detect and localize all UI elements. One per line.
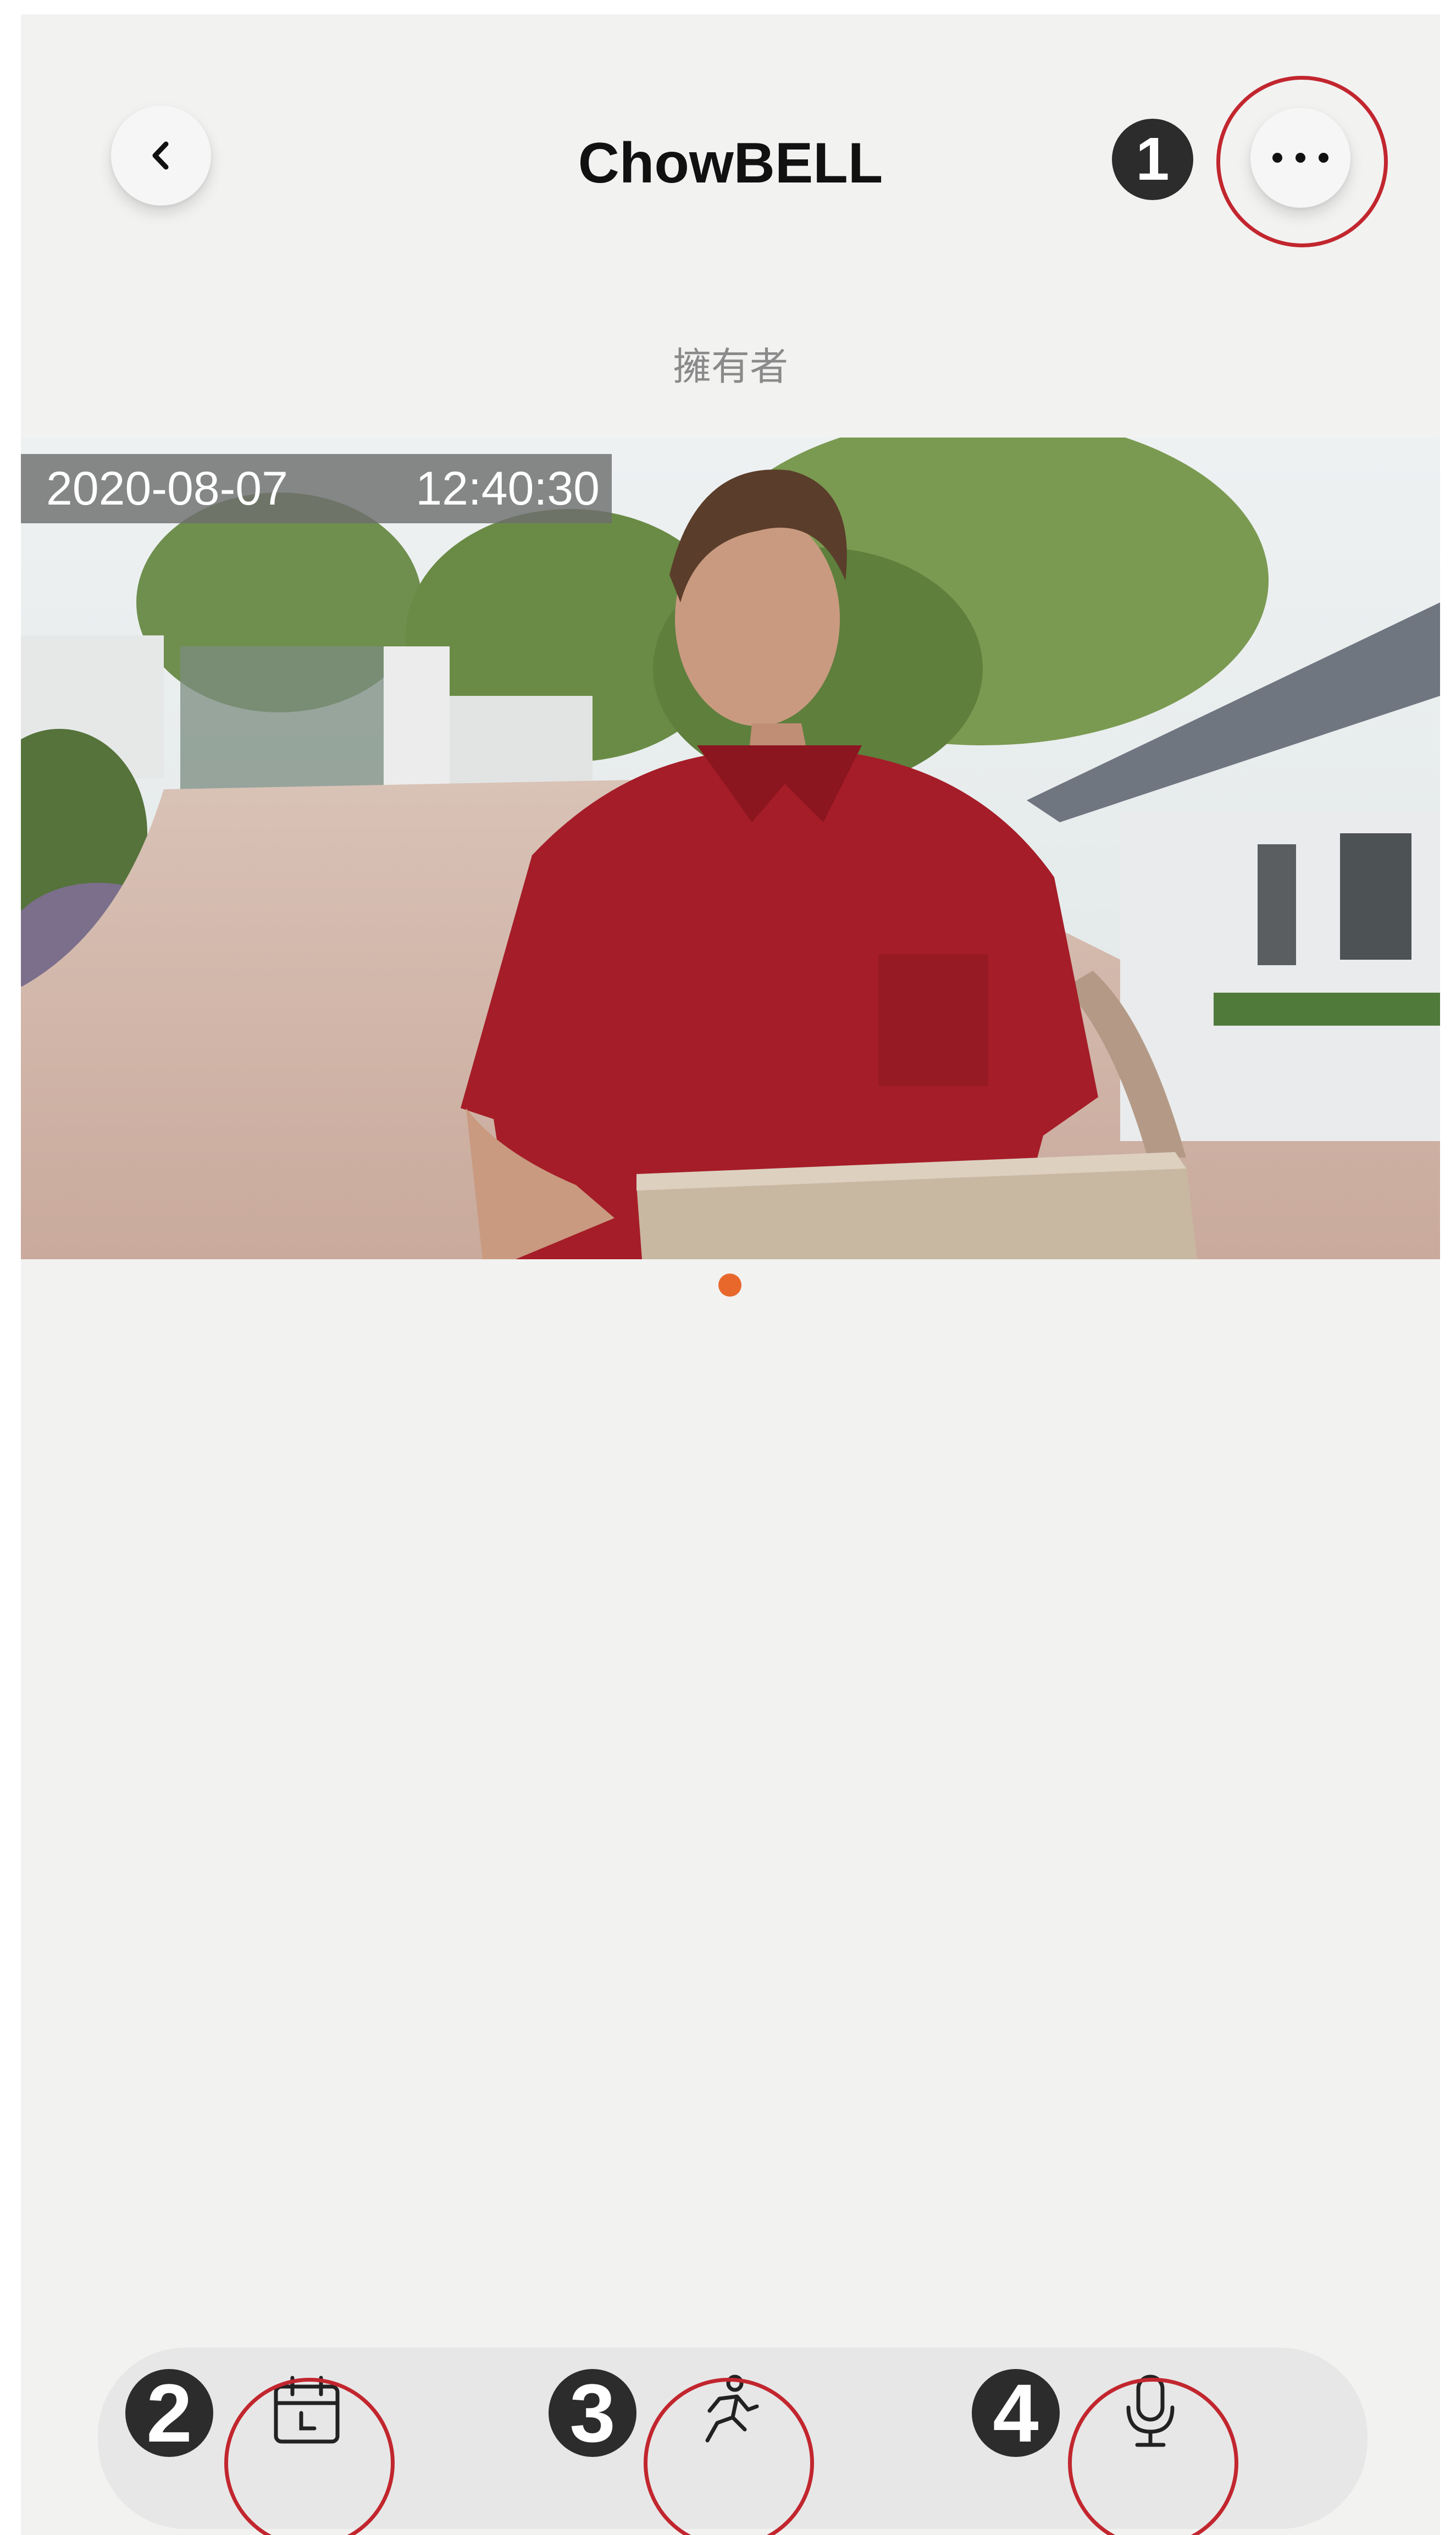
annotation-marker-3: 3	[549, 2369, 636, 2457]
app-screen: ChowBELL 1 擁有者 2020-08-07 12:40:30 2 3 4	[21, 14, 1440, 2535]
annotation-marker-2: 2	[125, 2369, 213, 2457]
header: ChowBELL 1	[21, 14, 1440, 247]
timestamp-overlay: 2020-08-07 12:40:30	[21, 454, 612, 523]
snapshot-time: 12:40:30	[416, 462, 600, 515]
annotation-marker-4: 4	[972, 2369, 1060, 2457]
device-role-label: 擁有者	[673, 345, 788, 388]
annotation-ring-more	[1216, 76, 1388, 247]
doorstep-snapshot-image	[21, 438, 1440, 1259]
snapshot-date: 2020-08-07	[46, 462, 288, 515]
annotation-marker-1: 1	[1112, 119, 1193, 200]
page-indicator-dot	[718, 1274, 741, 1297]
camera-snapshot[interactable]: 2020-08-07 12:40:30	[21, 438, 1440, 1259]
